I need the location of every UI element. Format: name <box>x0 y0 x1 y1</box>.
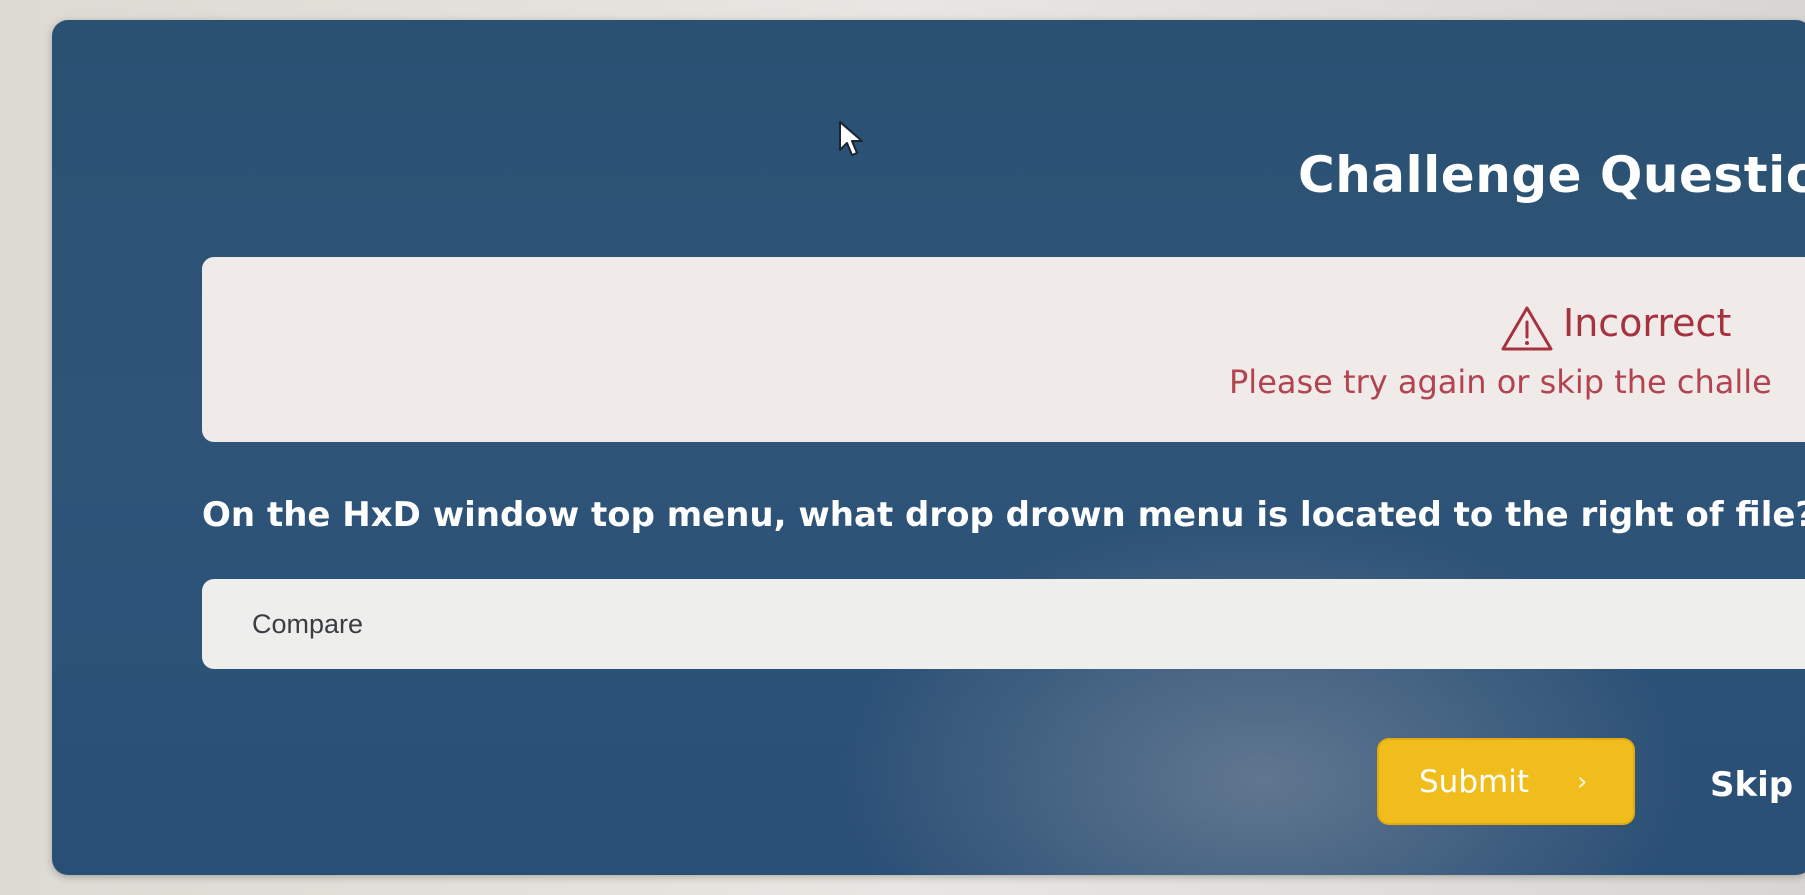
warning-icon <box>1501 306 1553 351</box>
challenge-panel: Challenge Question # Incorrect Please tr… <box>52 20 1805 875</box>
submit-label: Submit <box>1419 764 1529 800</box>
challenge-title: Challenge Question # <box>1298 146 1805 204</box>
alert-title: Incorrect <box>1563 301 1732 345</box>
question-text: On the HxD window top menu, what drop dr… <box>202 495 1805 535</box>
mouse-cursor-icon <box>839 121 863 156</box>
alert-message: Please try again or skip the challe <box>1229 363 1772 401</box>
skip-button[interactable]: Skip <box>1710 765 1793 805</box>
incorrect-alert: Incorrect Please try again or skip the c… <box>202 257 1805 442</box>
page: Challenge Question # Incorrect Please tr… <box>0 0 1805 895</box>
answer-input[interactable] <box>202 579 1805 669</box>
submit-button[interactable]: Submit › <box>1377 738 1635 825</box>
chevron-right-icon: › <box>1577 767 1588 797</box>
